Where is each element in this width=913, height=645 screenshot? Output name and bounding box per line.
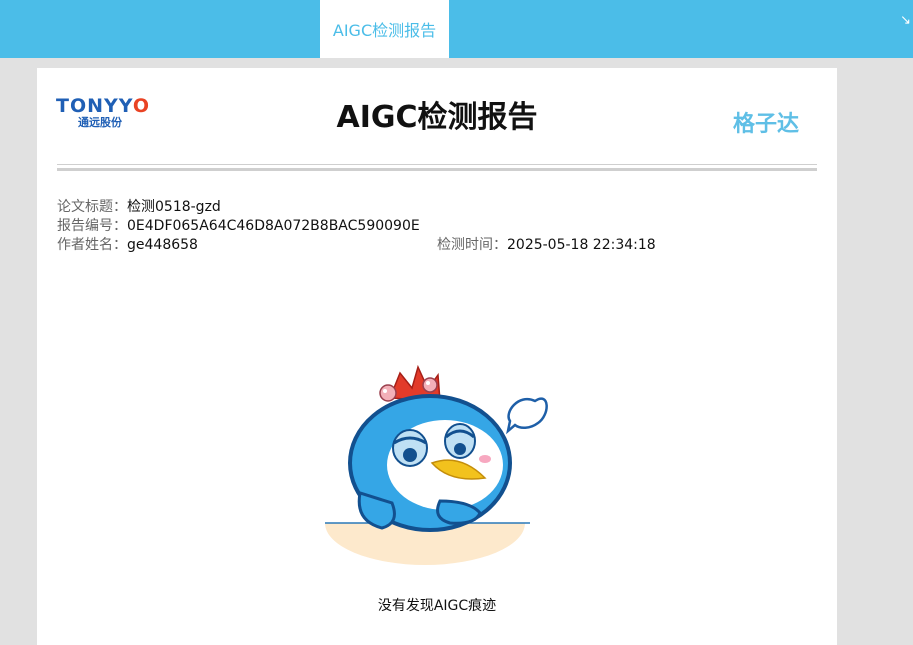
report-id-value: 0E4DF065A64C46D8A072B8BAC590090E	[127, 218, 420, 234]
sad-penguin-mascot	[325, 364, 548, 565]
result-text: 没有发现AIGC痕迹	[377, 598, 497, 614]
report-page: TONYYO 通远股份 AIGC检测报告 格子达 论文标题：检测0518-gzd…	[37, 68, 837, 645]
paper-title-label: 论文标题：	[57, 199, 127, 215]
check-time-value: 2025-05-18 22:34:18	[507, 237, 656, 253]
divider-thin	[57, 164, 817, 165]
author-row: 作者姓名：ge448658	[57, 236, 198, 255]
paper-title-value: 检测0518-gzd	[127, 199, 221, 215]
author-label: 作者姓名：	[57, 237, 127, 253]
report-id-label: 报告编号：	[57, 218, 127, 234]
check-time-row: 检测时间：2025-05-18 22:34:18	[437, 236, 656, 255]
collapse-arrow-icon[interactable]: ↘	[900, 14, 911, 27]
check-time-label: 检测时间：	[437, 237, 507, 253]
report-id-row: 报告编号：0E4DF065A64C46D8A072B8BAC590090E	[57, 217, 420, 236]
author-value: ge448658	[127, 237, 198, 253]
gezida-logo: 格子达	[732, 112, 799, 137]
divider-thick	[57, 168, 817, 171]
paper-title-row: 论文标题：检测0518-gzd	[57, 198, 221, 217]
tab-aigc-report[interactable]: AIGC检测报告	[320, 0, 449, 58]
top-bar: AIGC检测报告 ↘	[0, 0, 913, 58]
report-title: AIGC检测报告	[336, 100, 538, 135]
